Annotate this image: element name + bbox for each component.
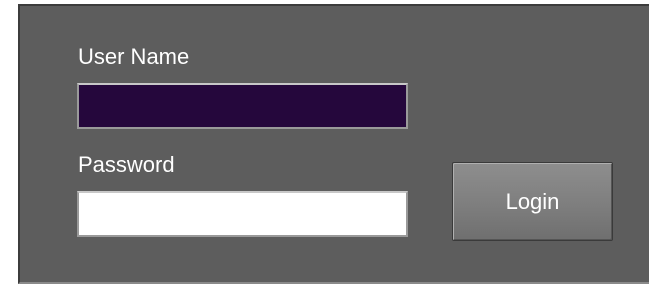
username-label: User Name xyxy=(78,44,190,69)
login-button[interactable]: Login xyxy=(452,162,613,241)
login-panel: User Name Password Login xyxy=(18,4,649,284)
username-input[interactable] xyxy=(77,83,408,129)
password-label: Password xyxy=(78,152,175,177)
password-input[interactable] xyxy=(77,191,408,237)
